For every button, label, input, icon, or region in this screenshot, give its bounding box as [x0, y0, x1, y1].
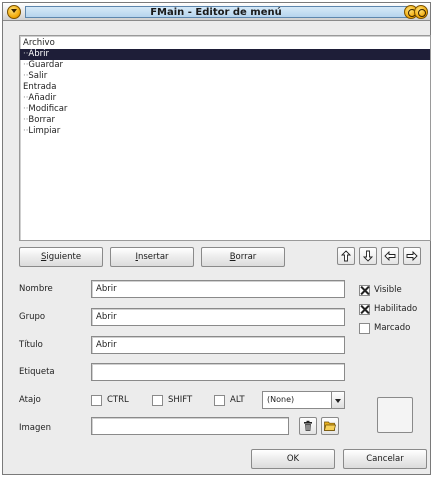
name-field[interactable]: Abrir [91, 280, 345, 298]
delete-button-label: orrar [235, 252, 257, 262]
move-down-button[interactable] [359, 247, 377, 265]
tree-item-label: Abrir [28, 49, 49, 59]
ctrl-label: CTRL [107, 395, 129, 405]
insert-button-label: nsertar [137, 252, 169, 262]
shift-checkbox[interactable] [152, 395, 163, 406]
image-preview [377, 397, 413, 433]
tree-item-label: Modificar [28, 104, 68, 114]
tree-item[interactable]: Archivo [20, 38, 430, 49]
move-up-button[interactable] [337, 247, 355, 265]
chevron-down-icon[interactable] [331, 391, 345, 409]
name-label: Nombre [19, 284, 53, 294]
clear-image-button[interactable] [299, 417, 317, 435]
shift-label: SHIFT [168, 395, 193, 405]
trash-icon [304, 420, 312, 431]
tree-item[interactable]: Entrada [20, 82, 430, 93]
right-arrow-icon [406, 250, 418, 262]
tree-item[interactable]: ··Salir [20, 71, 430, 82]
key-select[interactable]: (None) [262, 391, 332, 409]
down-arrow-icon [362, 250, 374, 262]
shortcut-label: Atajo [19, 395, 41, 405]
title-field[interactable]: Abrir [91, 336, 345, 354]
group-field[interactable]: Abrir [91, 308, 345, 326]
window-title: FMain - Editor de menú [150, 7, 282, 18]
tree-item[interactable]: ··Añadir [20, 93, 430, 104]
title-label: Título [19, 340, 43, 350]
delete-button[interactable]: Borrar [201, 247, 285, 267]
group-label: Grupo [19, 312, 46, 322]
tree-item-label: Borrar [28, 115, 55, 125]
image-label: Imagen [19, 423, 52, 433]
ctrl-checkbox[interactable] [91, 395, 102, 406]
menu-tree[interactable]: Archivo ··Abrir ··Guardar ··Salir Entrada ··A… [19, 35, 431, 241]
tree-item-label: Añadir [28, 93, 57, 103]
move-right-button[interactable] [403, 247, 421, 265]
tree-item[interactable]: ··Abrir [20, 49, 430, 60]
insert-button[interactable]: Insertar [110, 247, 194, 267]
window-menu-icon[interactable] [7, 5, 21, 19]
close-icon[interactable] [414, 5, 428, 19]
up-arrow-icon [340, 250, 352, 262]
window-controls [404, 5, 428, 19]
checked-label: Marcado [374, 323, 411, 333]
cancel-button[interactable]: Cancelar [343, 449, 427, 469]
tag-label: Etiqueta [19, 367, 55, 377]
visible-label: Visible [374, 285, 402, 295]
tree-item-label: Entrada [23, 82, 57, 92]
tree-item-label: Guardar [28, 60, 64, 70]
title-bar[interactable]: FMain - Editor de menú [3, 3, 430, 21]
enabled-checkbox[interactable] [359, 304, 370, 315]
menu-editor-window: FMain - Editor de menú Archivo ··Abrir ··G… [2, 2, 431, 475]
move-left-button[interactable] [381, 247, 399, 265]
enabled-label: Habilitado [374, 304, 418, 314]
tree-item-label: Archivo [23, 38, 55, 48]
image-field[interactable] [91, 417, 289, 435]
left-arrow-icon [384, 250, 396, 262]
ok-button[interactable]: OK [251, 449, 335, 469]
tree-item-label: Limpiar [28, 126, 61, 136]
tag-field[interactable] [91, 363, 345, 381]
alt-label: ALT [230, 395, 245, 405]
next-button-label: iguiente [46, 252, 82, 262]
title-bar-strip: FMain - Editor de menú [25, 6, 407, 18]
open-image-button[interactable] [321, 417, 339, 435]
tree-item[interactable]: ··Guardar [20, 60, 430, 71]
tree-item[interactable]: ··Borrar [20, 115, 430, 126]
tree-item-label: Salir [28, 71, 48, 81]
checked-checkbox[interactable] [359, 323, 370, 334]
next-button[interactable]: Siguiente [19, 247, 103, 267]
tree-item[interactable]: ··Modificar [20, 104, 430, 115]
alt-checkbox[interactable] [214, 395, 225, 406]
folder-open-icon [324, 421, 336, 431]
visible-checkbox[interactable] [359, 285, 370, 296]
tree-item[interactable]: ··Limpiar [20, 126, 430, 137]
